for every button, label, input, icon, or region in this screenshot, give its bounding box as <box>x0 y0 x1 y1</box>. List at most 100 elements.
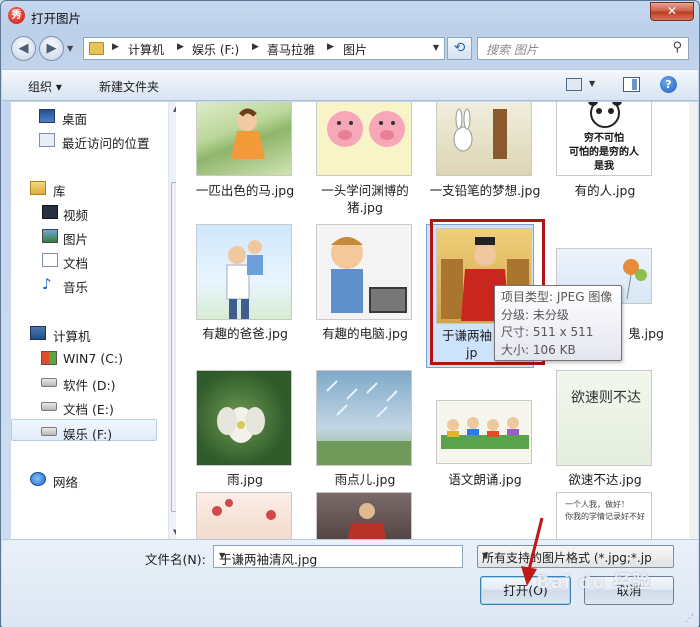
address-bar[interactable]: ▶ 计算机 ▶ 娱乐 (F:) ▶ 喜马拉雅 ▶ 图片 ▼ <box>83 37 445 60</box>
computer-icon <box>30 326 46 340</box>
video-icon <box>42 205 58 219</box>
watermark-logo: Bai du 经验 <box>536 572 652 593</box>
sidebar-item-label: 娱乐 (F:) <box>63 427 113 442</box>
pencil-rabbit-illustration <box>453 108 507 159</box>
filename-label: 文件名(N): <box>145 552 206 567</box>
raindrops-illustration <box>317 380 411 465</box>
blossom-illustration <box>212 499 276 520</box>
refresh-button[interactable]: ⟲ <box>447 37 472 60</box>
file-item[interactable]: 一个人我，做好！ 你我的学情记录好不好 <box>544 492 654 539</box>
sidebar-item-music[interactable]: ♪ 音乐 <box>11 273 157 296</box>
file-item[interactable]: 语文朗诵.jpg <box>424 370 534 492</box>
sidebar-item-desktop[interactable]: 桌面 <box>11 105 157 127</box>
search-icon[interactable]: ⚲ <box>672 40 682 55</box>
sidebar-item-drive-d[interactable]: 软件 (D:) <box>11 371 157 393</box>
file-item[interactable]: 一支铅笔的梦想.jpg <box>424 102 540 224</box>
change-view-icon[interactable] <box>566 78 582 91</box>
view-options-dropdown-icon[interactable]: ▼ <box>589 79 595 88</box>
resize-grip-icon[interactable]: ⋰ <box>685 614 694 624</box>
drive-icon <box>41 378 57 387</box>
file-thumbnail: 一个人我，做好！ 你我的学情记录好不好 <box>556 492 652 539</box>
sidebar-item-label: 计算机 <box>53 329 91 344</box>
sidebar-item-label: 库 <box>53 184 66 199</box>
back-button[interactable]: ◀ <box>11 36 36 61</box>
filename-input[interactable]: 于谦两袖清风.jpg ▼ <box>213 545 463 568</box>
app-icon: 秀 <box>8 7 25 24</box>
breadcrumb-ximalaya[interactable]: 喜马拉雅 <box>267 41 315 58</box>
breadcrumb-drive-f[interactable]: 娱乐 (F:) <box>192 41 239 58</box>
open-file-dialog: 秀 打开图片 ✕ ◀ ▶ ▼ ▶ 计算机 ▶ 娱乐 (F:) ▶ 喜马拉雅 ▶ … <box>0 0 700 627</box>
file-thumbnail <box>436 102 532 176</box>
sidebar-item-label: 桌面 <box>62 112 88 127</box>
preview-pane-icon[interactable] <box>623 77 640 92</box>
navigation-pane: 桌面 最近访问的位置 库 视频 图片 文档 ♪ 音乐 计算机 WIN7 (C:)… <box>11 102 184 539</box>
organize-menu[interactable]: 组织 ▾ <box>28 78 62 95</box>
breadcrumb-separator-icon[interactable]: ▶ <box>112 42 119 52</box>
sidebar-item-drive-e[interactable]: 文档 (E:) <box>11 395 157 417</box>
drive-icon <box>41 427 57 436</box>
file-thumbnail <box>316 224 412 320</box>
sidebar-item-pictures[interactable]: 图片 <box>11 225 157 247</box>
sidebar-item-drive-c[interactable]: WIN7 (C:) <box>11 347 157 369</box>
file-item[interactable]: 雨点儿.jpg <box>304 370 414 492</box>
file-item[interactable]: 欲速则不达 欲速不达.jpg <box>544 370 654 492</box>
drive-icon <box>41 402 57 411</box>
file-thumbnail <box>196 224 292 320</box>
file-item[interactable]: 雨.jpg <box>184 370 294 492</box>
recent-places-icon <box>39 133 55 147</box>
tooltip-type: 项目类型: JPEG 图像 <box>501 290 613 304</box>
sidebar-item-label: 网络 <box>53 475 79 490</box>
search-placeholder: 搜索 图片 <box>486 43 538 57</box>
sidebar-item-videos[interactable]: 视频 <box>11 201 157 223</box>
document-icon <box>42 253 58 267</box>
file-list-scrollbar[interactable] <box>689 102 698 539</box>
sidebar-item-label: 最近访问的位置 <box>62 136 150 151</box>
boy-computer-illustration <box>331 237 407 313</box>
search-input[interactable]: 搜索 图片 ⚲ <box>477 37 689 60</box>
file-name: 有趣的爸爸.jpg <box>202 326 288 341</box>
file-item[interactable] <box>304 492 414 539</box>
forward-button[interactable]: ▶ <box>39 36 64 61</box>
address-dropdown-icon[interactable]: ▼ <box>433 43 439 52</box>
file-type-dropdown-icon[interactable]: ▼ <box>482 551 669 560</box>
sidebar-item-computer[interactable]: 计算机 <box>11 322 157 344</box>
file-name: 雨.jpg <box>227 472 263 487</box>
windows-drive-icon <box>41 351 57 365</box>
file-type-select[interactable]: 所有支持的图片格式 (*.jpg;*.jp ▼ <box>477 545 674 568</box>
sidebar-item-recent[interactable]: 最近访问的位置 <box>11 129 157 151</box>
sidebar-item-label: 视频 <box>63 208 89 223</box>
breadcrumb-separator-icon[interactable]: ▶ <box>327 42 334 52</box>
file-thumbnail <box>316 102 412 176</box>
file-thumbnail: 欲速则不达 <box>556 370 652 466</box>
sidebar-item-libraries[interactable]: 库 <box>11 177 157 199</box>
recent-pages-dropdown-icon[interactable]: ▼ <box>67 44 73 53</box>
sidebar-item-network[interactable]: 网络 <box>11 468 157 490</box>
girl-running-illustration <box>231 108 265 159</box>
file-item[interactable]: 有趣的爸爸.jpg <box>184 224 294 346</box>
help-icon[interactable]: ? <box>660 76 677 93</box>
desktop-icon <box>39 109 55 123</box>
file-name: 有的人.jpg <box>574 183 636 198</box>
close-button[interactable]: ✕ <box>650 2 694 21</box>
file-list: 一匹出色的马.jpg 一头学问渊博的猪.jpg 一支铅笔的梦想.jpg 穷不可怕… <box>176 102 689 539</box>
breadcrumb-pictures[interactable]: 图片 <box>343 41 367 58</box>
title-bar: 秀 打开图片 ✕ <box>1 1 699 31</box>
classroom-recitation-illustration <box>441 417 529 449</box>
file-item[interactable]: 一匹出色的马.jpg <box>184 102 294 224</box>
breadcrumb-computer[interactable]: 计算机 <box>128 41 164 58</box>
file-item[interactable]: 一头学问渊博的猪.jpg <box>304 102 414 224</box>
breadcrumb-separator-icon[interactable]: ▶ <box>252 42 259 52</box>
thumb-caption: 一个人我，做好！ <box>565 500 629 509</box>
sidebar-item-drive-f[interactable]: 娱乐 (F:) <box>11 419 157 442</box>
file-info-tooltip: 项目类型: JPEG 图像 分级: 未分级 尺寸: 511 x 511 大小: … <box>494 285 622 361</box>
tooltip-file-size: 大小: 106 KB <box>501 342 576 357</box>
file-item[interactable]: 穷不可怕 可怕的是穷的人 是我 有的人.jpg <box>544 102 654 224</box>
sidebar-item-documents[interactable]: 文档 <box>11 249 157 271</box>
new-folder-button[interactable]: 新建文件夹 <box>99 78 159 95</box>
breadcrumb-separator-icon[interactable]: ▶ <box>177 42 184 52</box>
file-item[interactable]: 有趣的电脑.jpg <box>304 224 414 346</box>
file-item[interactable] <box>184 492 294 539</box>
filename-dropdown-icon[interactable]: ▼ <box>219 551 458 560</box>
file-thumbnail <box>316 370 412 466</box>
file-name: 一匹出色的马.jpg <box>195 183 295 198</box>
